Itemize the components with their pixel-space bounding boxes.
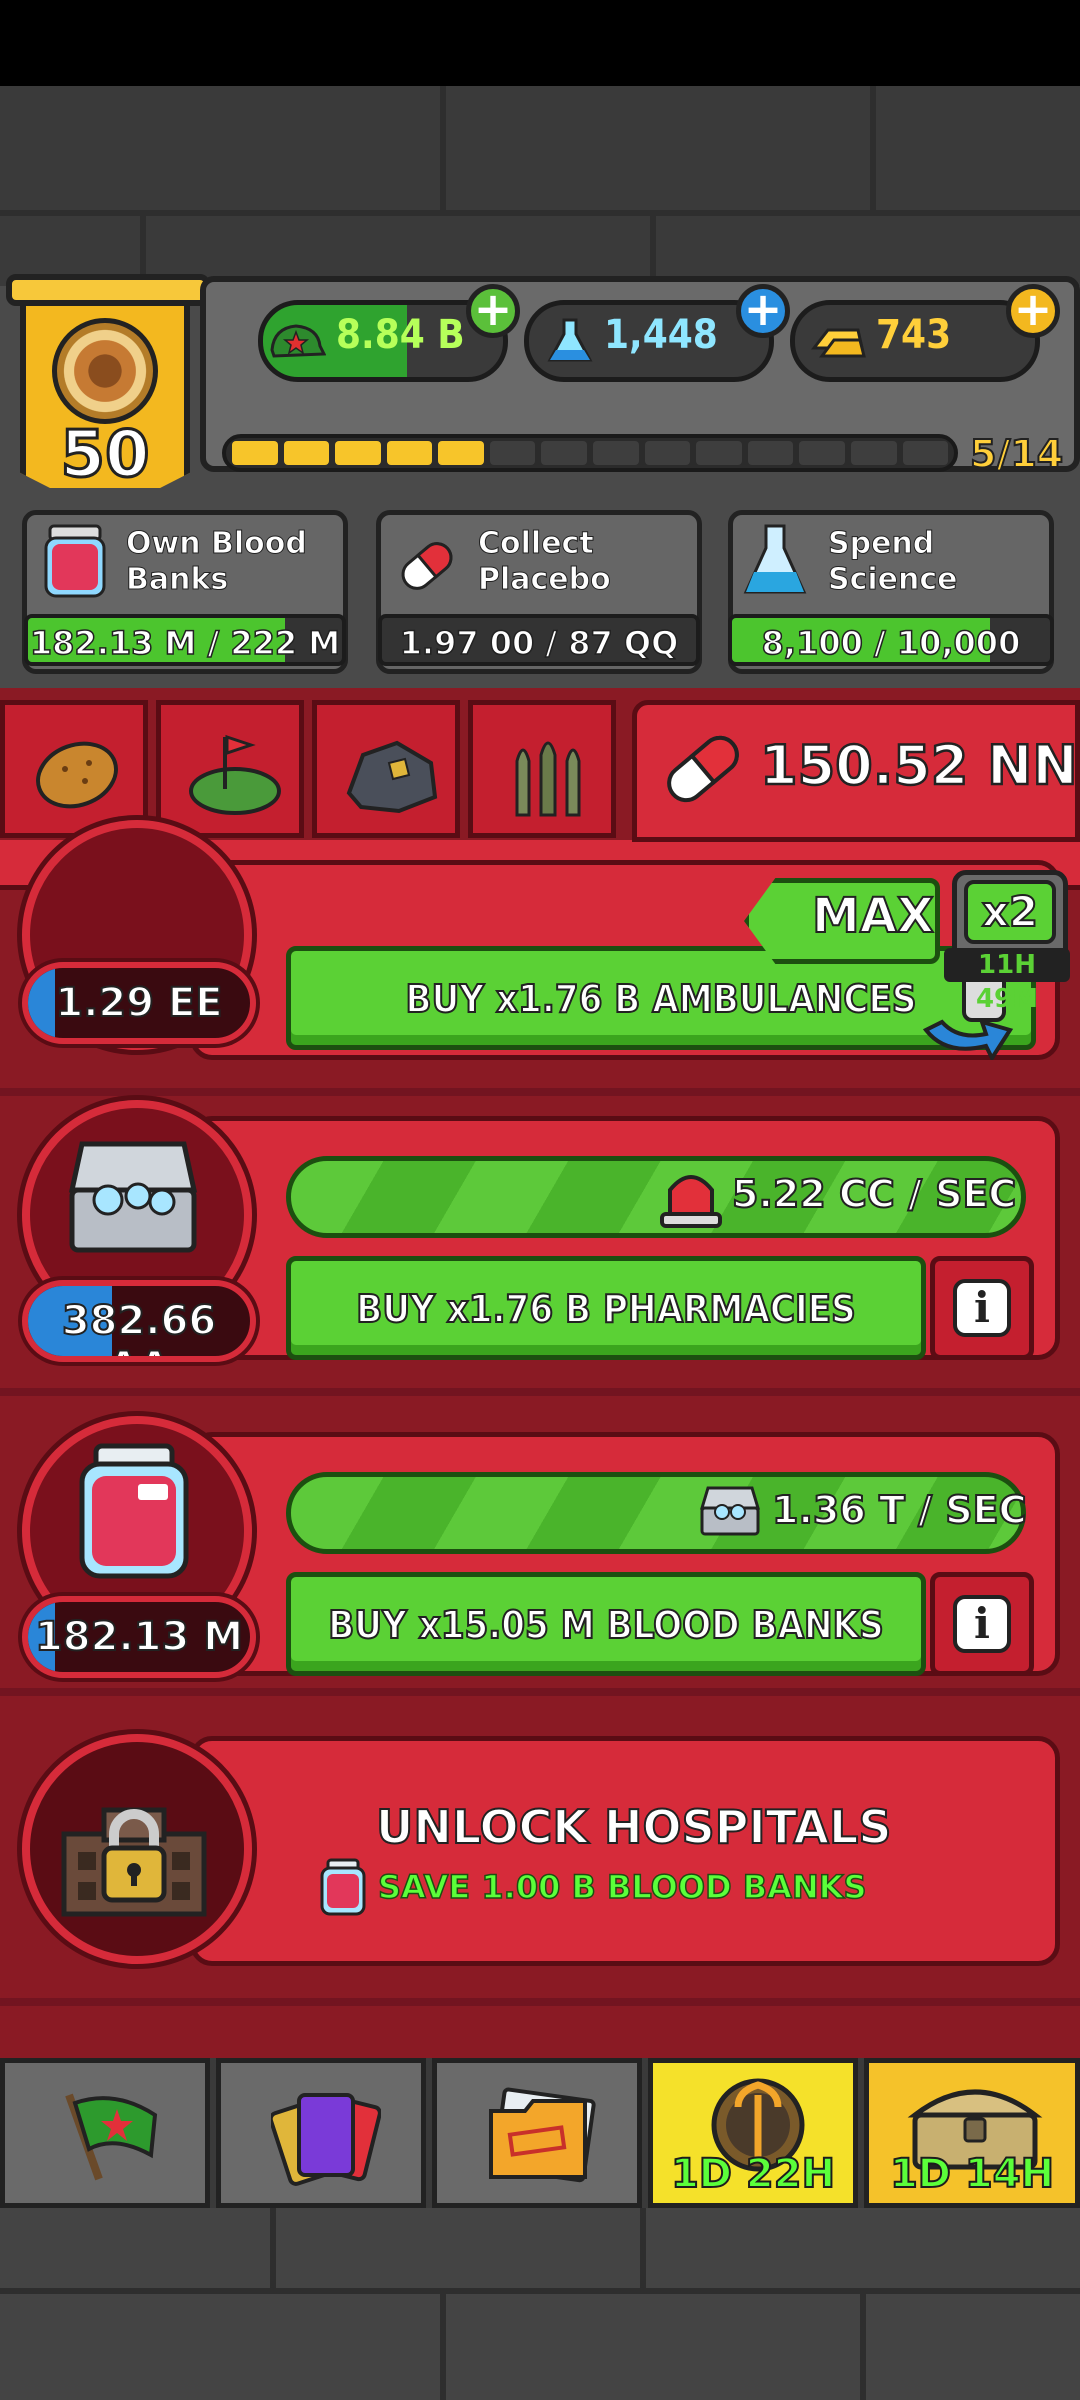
blood-banks-info-button[interactable]: i	[930, 1572, 1034, 1676]
producer-count: 382.66 AA	[22, 1280, 256, 1362]
cards-icon	[271, 2093, 381, 2186]
tab-swamp[interactable]	[156, 700, 304, 838]
blood-bag-icon	[320, 1858, 366, 1916]
treasure-chest-icon	[68, 1141, 198, 1253]
unlock-title: UNLOCK HOSPITALS	[375, 1799, 892, 1855]
goal-progress-bar: 1.97 00 / 87 QQ	[378, 614, 700, 666]
tab-potato[interactable]	[0, 700, 148, 838]
progress-segment	[386, 441, 433, 465]
progress-segment	[902, 441, 949, 465]
nav-cards-button[interactable]	[216, 2058, 426, 2208]
progress-segment	[283, 441, 330, 465]
level-progress-text: 5/14	[969, 431, 1064, 477]
goal-label-line1: Spend	[827, 526, 935, 562]
goal-progress-bar: 182.13 M / 222 M	[24, 614, 346, 666]
add-gold-button[interactable]: +	[1006, 284, 1060, 338]
swamp-flag-icon	[189, 734, 281, 815]
max-label: MAX	[811, 887, 935, 945]
goal-label-line1: Collect	[478, 526, 595, 562]
progress-segment	[747, 441, 794, 465]
producer-count-text: 182.13 M	[34, 1613, 244, 1661]
tab-ore[interactable]	[312, 700, 460, 838]
x2-label: x2	[964, 880, 1056, 944]
producer-count-text: 1.29 EE	[54, 979, 223, 1027]
goal-progress-text: 1.97 00 / 87 QQ	[399, 623, 679, 662]
banner-rod	[6, 274, 210, 306]
pill-icon	[667, 735, 739, 803]
locked-hospital-icon	[61, 1807, 207, 1917]
add-science-button[interactable]: +	[736, 284, 790, 338]
pharmacies-info-button[interactable]: i	[930, 1256, 1034, 1360]
nav-event-button[interactable]: 1D 22H	[648, 2058, 858, 2208]
flask-icon	[743, 524, 807, 594]
producer-count: 182.13 M	[22, 1596, 256, 1678]
progress-segment	[799, 441, 845, 465]
progress-segment	[541, 441, 588, 465]
goal-label-line1: Own Blood	[126, 526, 308, 562]
goal-label-line2: Science	[828, 562, 959, 598]
blood-bag-icon	[79, 1443, 189, 1579]
level-progress-bar	[222, 434, 958, 472]
info-icon: i	[953, 1595, 1011, 1653]
placebo-total: 150.52 NN	[759, 733, 1079, 799]
progress-segment	[696, 441, 742, 465]
unlock-subtitle: SAVE 1.00 B BLOOD BANKS	[377, 1867, 867, 1907]
science-value: 1,448	[604, 312, 718, 358]
flag-icon	[65, 2093, 158, 2181]
potato-icon	[36, 741, 118, 809]
army-cap-icon	[270, 324, 326, 358]
goal-label-line2: Banks	[125, 562, 229, 598]
producer-count-text: 382.66 AA	[61, 1297, 217, 1356]
progress-segment	[593, 441, 639, 465]
nav-flag-button[interactable]	[0, 2058, 210, 2208]
production-rate-text: 1.36 T / SEC	[771, 1487, 1027, 1533]
nav-chest-button[interactable]: 1D 14H	[864, 2058, 1080, 2208]
nav-folder-button[interactable]	[432, 2058, 642, 2208]
bottom-wall	[0, 2208, 1080, 2400]
gold-value: 743	[876, 312, 952, 358]
secret-folder-icon	[489, 2087, 596, 2183]
cash-value: 8.84 B	[336, 312, 465, 358]
goal-progress-bar: 8,100 / 10,000	[728, 614, 1054, 666]
gold-bars-icon	[810, 328, 866, 358]
x2-timer: 11H 49M	[944, 948, 1070, 1014]
goal-progress-text: 8,100 / 10,000	[761, 623, 1021, 662]
blood-bag-icon	[44, 524, 106, 598]
buy-button-label: BUY x15.05 M BLOOD BANKS	[327, 1602, 885, 1648]
buy-button-label: BUY x1.76 B PHARMACIES	[355, 1286, 856, 1332]
level-number: 50	[59, 417, 151, 494]
progress-segment	[489, 441, 536, 465]
add-cash-button[interactable]: +	[466, 284, 520, 338]
progress-segment	[438, 441, 484, 465]
buy-pharmacies-button[interactable]: BUY x1.76 B PHARMACIES	[286, 1256, 926, 1360]
nav-timer: 1D 22H	[670, 2150, 836, 2198]
progress-segment	[335, 441, 381, 465]
production-rate-text: 5.22 CC / SEC	[731, 1171, 1017, 1217]
bullets-icon	[515, 741, 581, 817]
buy-blood-banks-button[interactable]: BUY x15.05 M BLOOD BANKS	[286, 1572, 926, 1676]
producer-count: 1.29 EE	[22, 962, 256, 1044]
progress-segment	[644, 441, 691, 465]
tab-ammo[interactable]	[468, 700, 616, 838]
progress-segment	[232, 441, 278, 465]
info-icon: i	[953, 1279, 1011, 1337]
top-wall	[0, 86, 1080, 286]
status-bar	[0, 0, 1080, 86]
nav-timer: 1D 14H	[889, 2150, 1055, 2198]
goal-label-line2: Placebo	[478, 562, 612, 598]
goal-progress-text: 182.13 M / 222 M	[29, 623, 341, 662]
treasure-chest-icon	[699, 1486, 761, 1536]
siren-icon	[660, 1175, 722, 1228]
pill-icon	[401, 542, 453, 590]
medal-icon	[52, 318, 158, 424]
flask-icon	[547, 318, 593, 362]
progress-segment	[850, 441, 897, 465]
ore-icon	[346, 740, 438, 814]
